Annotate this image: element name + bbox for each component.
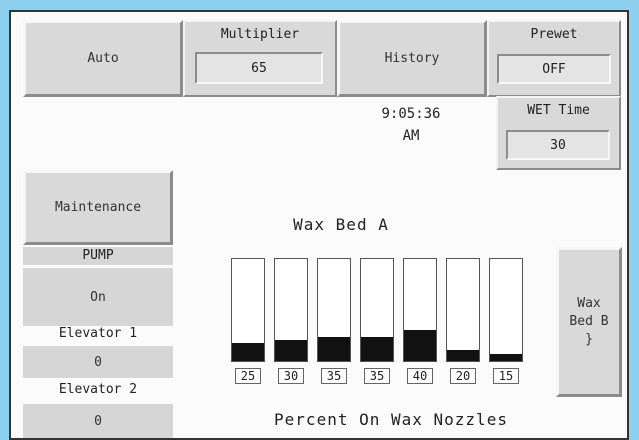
maintenance-button[interactable]: Maintenance [23,170,173,245]
clock-time: 9:05:36 [381,106,441,122]
nozzle-percent-label: 35 [321,368,347,384]
pump-toggle[interactable]: On [23,268,173,326]
auto-button[interactable]: Auto [23,20,183,97]
nozzle-bar [274,258,308,362]
wax-bed-title: Wax Bed A [293,215,389,234]
nozzle-bar-fill [490,353,522,361]
multiplier-field[interactable]: 65 [195,52,323,84]
maintenance-button-label: Maintenance [54,200,142,215]
nozzle-percent-label: 35 [364,368,390,384]
wet-time-value: 30 [550,137,566,153]
nozzle-bar [446,258,480,362]
auto-button-label: Auto [87,51,119,66]
nozzle-percent-label: 15 [493,368,519,384]
nozzle-bar-fill [404,330,436,361]
nozzle-bar-fill [318,336,350,361]
prewet-label: Prewet [530,27,578,42]
nozzle-bar [231,258,265,362]
wax-bed-b-arrow-icon: } [585,332,593,347]
wet-time-panel: WET Time 30 [496,96,621,170]
nozzle-percent-label: 30 [278,368,304,384]
multiplier-panel: Multiplier 65 [183,20,337,97]
nozzle-percent-label: 40 [407,368,433,384]
wet-time-label: WET Time [527,103,590,118]
elevator-2-field[interactable]: 0 [23,404,173,438]
prewet-field[interactable]: OFF [497,54,611,84]
multiplier-label: Multiplier [220,27,300,42]
elevator-2-label: Elevator 2 [58,382,138,397]
nozzle-bar [360,258,394,362]
elevator-1-value: 0 [94,354,102,370]
elevator-2-value: 0 [94,413,102,429]
history-button-label: History [384,51,440,66]
elevator-1-field[interactable]: 0 [23,346,173,378]
wet-time-field[interactable]: 30 [506,130,610,160]
nozzle-bar [317,258,351,362]
hmi-screen: Auto Multiplier 65 History Prewet OFF 9:… [9,10,629,440]
wax-bed-b-label-line2: Bed B [569,314,609,329]
pump-label: PUMP [82,248,114,263]
wax-bed-b-button[interactable]: Wax Bed B } [556,247,622,397]
clock-ampm: AM [402,128,420,144]
multiplier-value: 65 [251,60,267,76]
nozzle-bar [403,258,437,362]
elevator-1-label: Elevator 1 [58,326,138,341]
nozzle-bar-fill [361,336,393,361]
nozzle-bar-fill [275,339,307,361]
nozzle-percent-label: 25 [235,368,261,384]
nozzle-bar-fill [447,349,479,361]
clock: 9:05:36 AM [336,103,486,147]
nozzle-percent-label: 20 [450,368,476,384]
wax-bed-b-label-line1: Wax [577,296,601,311]
nozzle-bar [489,258,523,362]
prewet-panel: Prewet OFF [487,20,621,97]
pump-value: On [90,289,106,305]
wax-bed-footer: Percent On Wax Nozzles [274,410,508,429]
prewet-value: OFF [542,61,566,77]
nozzle-bar-fill [232,342,264,361]
history-button[interactable]: History [337,20,487,97]
